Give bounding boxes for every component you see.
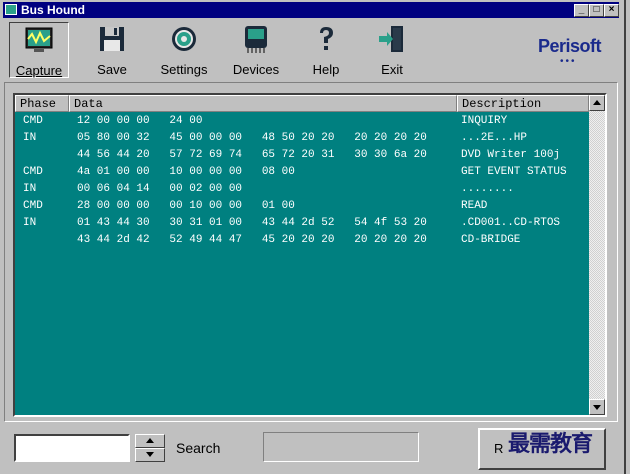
row-phase: IN	[23, 132, 37, 144]
bus-hound-window: Bus Hound _ □ × Capture Save Settings De…	[0, 0, 626, 474]
exit-label: Exit	[381, 62, 403, 77]
table-row[interactable]: IN 00 06 04 14 00 02 00 00 ........	[15, 181, 514, 198]
settings-label: Settings	[160, 62, 208, 77]
title-bar: Bus Hound _ □ ×	[3, 2, 619, 18]
save-button[interactable]: Save	[88, 22, 136, 78]
search-label: Search	[176, 440, 221, 456]
settings-button[interactable]: Settings	[153, 22, 215, 78]
settings-gear-icon	[172, 27, 196, 51]
exit-door-icon	[379, 26, 403, 52]
app-icon	[5, 4, 17, 15]
scroll-up-button[interactable]	[589, 95, 605, 111]
spin-up-icon	[146, 438, 154, 443]
row-phase: IN	[23, 183, 37, 195]
header-phase[interactable]: Phase	[15, 95, 69, 112]
row-phase: IN	[23, 217, 37, 229]
maximize-button[interactable]: □	[589, 4, 604, 17]
floppy-disk-icon	[100, 27, 124, 51]
row-phase: CMD	[23, 166, 43, 178]
row-data: 01 43 44 30 30 31 01 00 43 44 2d 52 54 4…	[77, 217, 427, 229]
devices-label: Devices	[232, 62, 280, 77]
minimize-button[interactable]: _	[574, 4, 589, 17]
row-data: 4a 01 00 00 10 00 00 00 08 00	[77, 166, 295, 178]
row-data: 05 80 00 32 45 00 00 00 48 50 20 20 20 2…	[77, 132, 427, 144]
watermark-text: 最需教育	[508, 431, 593, 457]
status-field	[263, 432, 419, 462]
row-data: 44 56 44 20 57 72 69 74 65 72 20 31 30 3…	[77, 149, 427, 161]
help-label: Help	[312, 62, 340, 77]
table-row[interactable]: CMD 12 00 00 00 24 00 INQUIRY	[15, 113, 507, 130]
row-phase: CMD	[23, 115, 43, 127]
row-data: 12 00 00 00 24 00	[77, 115, 203, 127]
capture-button[interactable]: Capture	[9, 22, 69, 78]
vertical-scrollbar[interactable]	[589, 95, 605, 415]
arrow-up-icon	[593, 100, 601, 105]
row-phase: CMD	[23, 200, 43, 212]
table-row[interactable]: 43 44 2d 42 52 49 44 47 45 20 20 20 20 2…	[15, 232, 520, 249]
help-button[interactable]: Help	[304, 22, 348, 78]
save-label: Save	[97, 62, 127, 77]
row-description: CD-BRIDGE	[461, 234, 521, 246]
help-question-icon	[320, 27, 333, 50]
search-spinner[interactable]	[135, 434, 165, 462]
capture-icon	[25, 27, 53, 52]
row-description: INQUIRY	[461, 115, 508, 127]
row-description: ...2E...HP	[461, 132, 528, 144]
spinner-down-button[interactable]	[135, 448, 165, 462]
search-input[interactable]	[14, 434, 130, 462]
close-button[interactable]: ×	[604, 4, 619, 17]
header-data[interactable]: Data	[69, 95, 457, 112]
scroll-track[interactable]	[589, 111, 605, 399]
table-row[interactable]: CMD 4a 01 00 00 10 00 00 00 08 00 GET EV…	[15, 164, 567, 181]
exit-button[interactable]: Exit	[370, 22, 414, 78]
row-data: 43 44 2d 42 52 49 44 47 45 20 20 20 20 2…	[77, 234, 427, 246]
row-data: 00 06 04 14 00 02 00 00	[77, 183, 243, 195]
scroll-down-button[interactable]	[589, 399, 605, 415]
row-description: ........	[461, 183, 514, 195]
table-row[interactable]: IN 05 80 00 32 45 00 00 00 48 50 20 20 2…	[15, 130, 527, 147]
perisoft-logo: Perisoft	[538, 36, 602, 56]
perisoft-logo-dots: •••	[560, 56, 577, 67]
row-description: READ	[461, 200, 488, 212]
devices-button[interactable]: Devices	[227, 22, 285, 78]
row-description: .CD001..CD-RTOS	[461, 217, 561, 229]
table-row[interactable]: 44 56 44 20 57 72 69 74 65 72 20 31 30 3…	[15, 147, 560, 164]
capture-label: Capture	[15, 63, 63, 78]
devices-chip-icon	[245, 26, 267, 53]
table-row[interactable]: IN 01 43 44 30 30 31 01 00 43 44 2d 52 5…	[15, 215, 560, 232]
arrow-down-icon	[593, 405, 601, 410]
row-data: 28 00 00 00 00 10 00 00 01 00	[77, 200, 295, 212]
window-title: Bus Hound	[21, 3, 85, 17]
header-description[interactable]: Description	[457, 95, 589, 112]
spin-down-icon	[146, 452, 154, 457]
row-description: GET EVENT STATUS	[461, 166, 567, 178]
capture-list[interactable]: Phase Data Description CMD 12 00 00 00 2…	[13, 93, 607, 417]
row-description: DVD Writer 100j	[461, 149, 561, 161]
spinner-up-button[interactable]	[135, 434, 165, 448]
table-row[interactable]: CMD 28 00 00 00 00 10 00 00 01 00 READ	[15, 198, 487, 215]
